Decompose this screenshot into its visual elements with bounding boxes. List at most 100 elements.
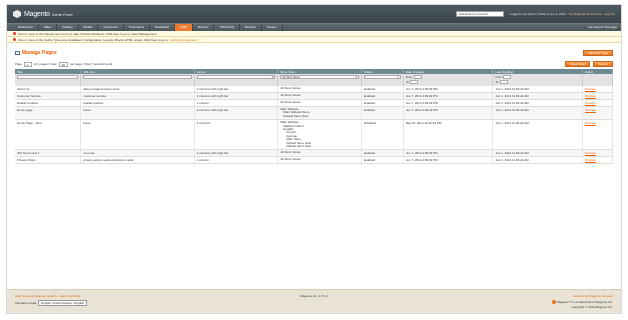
report-bugs-link[interactable]: Help Us Keep Magento Healthy - Report Al… [15, 294, 80, 298]
created-value: Jun 7, 2014 4:09:29 PM [405, 158, 438, 163]
modified-value: Jun 1, 2014 11:06:42 AM [495, 94, 529, 98]
cell-status: Enabled [361, 106, 404, 121]
notice-text[interactable]: One or more of the Indexes are not up to… [18, 32, 157, 36]
created-to-input[interactable] [410, 80, 419, 84]
logout-link[interactable]: Log Out [604, 12, 615, 16]
created-value: Jun 7, 2014 4:09:29 PM [405, 87, 438, 91]
copyright-text: Copyright © 2014 Magento Inc. [571, 305, 613, 310]
cell-action[interactable]: Preview [582, 156, 613, 165]
login-info: Logged in as admin | Today is Jun 1, 201… [509, 12, 566, 16]
reset-filter-button[interactable]: Reset Filter [565, 61, 591, 67]
cell-action[interactable]: Preview [582, 149, 613, 158]
layout-filter-select[interactable] [196, 75, 276, 79]
pages-of-label: of 1 pages | View [33, 62, 57, 66]
cell-store: All Store Views [277, 149, 363, 158]
preview-link[interactable]: Preview [585, 108, 596, 112]
url-filter-input[interactable] [83, 75, 192, 79]
per-page-select[interactable]: 20 [58, 61, 68, 67]
cell-url: enable-cookies [80, 99, 195, 107]
modified-value: Jun 1, 2014 11:06:42 AM [495, 108, 529, 112]
table-row[interactable]: Privacy Policy privacy-policy-cookie-rest… [15, 156, 613, 165]
preview-link[interactable]: Preview [585, 94, 596, 98]
filter-row: All Store Views From: To: From: To: [15, 74, 613, 86]
title-value: Enable Cookies [17, 101, 39, 105]
cell-url: home [80, 119, 195, 151]
cell-modified: Jun 1, 2014 11:06:42 AM [492, 156, 584, 165]
locale-label: Interface Locale: [15, 301, 38, 305]
admin-footer: Help Us Keep Magento Healthy - Report Al… [7, 289, 621, 313]
url-value: home [83, 108, 91, 112]
modified-value: Jun 1, 2014 11:06:42 AM [495, 151, 529, 156]
cell-action[interactable]: Preview [582, 99, 613, 107]
nav-cms[interactable]: CMS [175, 24, 193, 31]
table-row[interactable]: Enable Cookies enable-cookies 1 column All … [15, 99, 613, 107]
from-label: From: [405, 75, 413, 79]
to-label: To: [495, 80, 499, 84]
connect-account-link[interactable]: Account for Magento Connect [573, 294, 613, 298]
grid-actions: Reset Filter Search [565, 61, 613, 67]
cell-modified: Jun 1, 2014 11:06:42 AM [492, 149, 584, 158]
modified-to-input[interactable] [499, 80, 508, 84]
status-value: Enabled [364, 151, 376, 156]
nav-catalog[interactable]: Catalog [57, 24, 79, 31]
store-filter-select[interactable]: All Store Views [280, 75, 360, 79]
preview-link[interactable]: Preview [585, 151, 596, 155]
status-value: Enabled [364, 108, 376, 112]
page-title: Manage Pages [15, 50, 57, 56]
nav-system[interactable]: System [262, 24, 283, 31]
modified-from-input[interactable] [503, 75, 512, 79]
title-filter-input[interactable] [17, 75, 79, 79]
admin-window: Magento Admin Panel Global Record Search… [6, 4, 622, 314]
cell-layout: 3 columns [194, 119, 279, 151]
nav-reports[interactable]: Reports [193, 24, 215, 31]
title-row: Manage Pages Add New Page [15, 47, 613, 59]
preview-link[interactable]: Preview [585, 121, 596, 125]
nav-third-party[interactable]: Third Party [214, 24, 241, 31]
cell-title: Home page [15, 106, 82, 121]
nav-reports-2[interactable]: Reports [240, 24, 262, 31]
status-value: Enabled [364, 94, 376, 98]
table-row[interactable]: Customer Service customer-service 2 column… [15, 92, 613, 100]
cell-action[interactable]: Preview [582, 119, 613, 151]
cell-action[interactable]: Preview [582, 106, 613, 121]
preview-link[interactable]: Preview [585, 158, 596, 162]
help-link[interactable]: Get help for this page [588, 24, 621, 31]
url-value: home [83, 121, 91, 126]
preview-link[interactable]: Preview [585, 101, 596, 105]
modified-from-range: From: [495, 75, 580, 79]
created-value: Jun 7, 2014 4:09:29 PM [405, 108, 438, 112]
url-value: no-route [83, 151, 95, 156]
cell-store: Main Website Main Website Store Default St… [277, 106, 363, 121]
nav-mobile[interactable]: Mobile [79, 24, 99, 31]
preview-link[interactable]: Preview [585, 87, 596, 91]
page-number-input[interactable]: 1 [24, 61, 32, 67]
global-search-input[interactable]: Global Record Search [455, 11, 504, 17]
search-button[interactable]: Search [593, 61, 613, 67]
magento-version: Magento ver. 1.7.0.2 [300, 294, 328, 298]
nav-dashboard[interactable]: Dashboard [13, 24, 39, 31]
cache-management-link[interactable]: Cache Management [170, 38, 197, 42]
table-row[interactable]: 404 Not Found 1 no-route 2 columns with ri… [15, 149, 613, 158]
cell-created: Jun 7, 2014 4:09:29 PM [403, 106, 494, 121]
table-row[interactable]: Home Page - Sure home 3 columns Main Websit… [15, 119, 613, 151]
magento-logo[interactable]: Magento Admin Panel [13, 10, 73, 18]
cell-modified: Jun 1, 2014 11:06:42 AM [492, 92, 584, 100]
nav-newsletter[interactable]: Newsletter [150, 24, 176, 31]
cell-layout: 1 column [194, 99, 279, 107]
cell-url: privacy-policy-cookie-restriction-mode [80, 156, 195, 165]
created-value: Jun 7, 2014 4:09:29 PM [405, 94, 438, 98]
table-row[interactable]: Home page home 2 columns with right bar Mai… [15, 106, 613, 121]
cell-action[interactable]: Preview [582, 92, 613, 100]
status-filter-select[interactable] [364, 75, 401, 79]
modified-value: Jun 1, 2014 11:06:42 AM [495, 121, 529, 126]
created-from-input[interactable] [413, 75, 422, 79]
nav-promotions[interactable]: Promotions [124, 24, 151, 31]
nav-customers[interactable]: Customers [98, 24, 124, 31]
add-new-page-button[interactable]: Add New Page [582, 50, 613, 56]
locale-select[interactable]: English (United States) / English [38, 300, 88, 306]
try-magento-go-link[interactable]: Try Magento Go for Free [569, 12, 602, 16]
cell-modified: Jun 1, 2014 11:06:42 AM [492, 99, 584, 107]
layout-value: 2 columns with right bar [196, 94, 229, 98]
cell-layout: 1 column [194, 156, 279, 165]
nav-sales[interactable]: Sales [39, 24, 58, 31]
